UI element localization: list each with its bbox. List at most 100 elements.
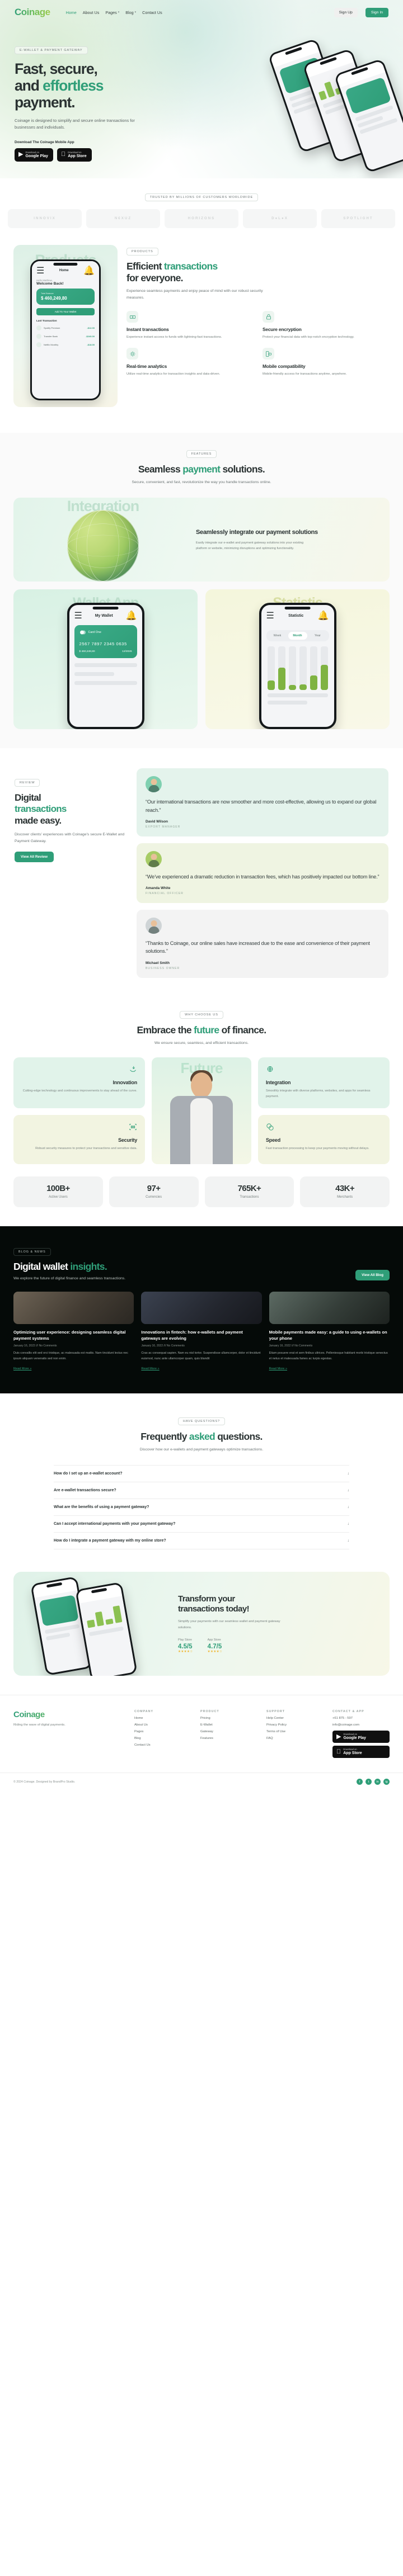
footer-link[interactable]: Pricing [200,1717,257,1720]
feature-title: Secure encryption [263,327,302,333]
arrow-down-icon[interactable]: ↓ [348,1539,350,1543]
footer-link[interactable]: Home [134,1717,191,1720]
footer-column-product: PRODUCT Pricing E-Wallet Gateway Feature… [200,1710,257,1758]
nav-item-home[interactable]: Home [66,10,77,15]
footer-link[interactable]: Gateway [200,1730,257,1733]
brand-logo[interactable]: Coinage [15,7,50,18]
footer-link[interactable]: E-Wallet [200,1723,257,1727]
hero-title: Fast, secure, and effortless payment. [15,60,199,111]
nav-item-contact-us[interactable]: Contact Us [142,10,162,15]
app-showcase-row: Wallet App ☰ My Wallet 🔔 Card One [13,589,390,730]
blog-post-card[interactable]: Innovations in fintech: how e-wallets an… [141,1292,262,1372]
balance-amount: $ 460,249,80 [41,295,67,301]
segment-month[interactable]: Month [288,632,307,640]
twitter-icon[interactable]: t [365,1779,372,1785]
bell-icon[interactable]: 🔔 [318,610,329,621]
footer-phone[interactable]: +61 875 - 597 [332,1717,390,1720]
review-quote: “We’ve experienced a dramatic reduction … [146,873,379,880]
faq-item[interactable]: Are e-wallet transactions secure? ↓ [54,1482,350,1500]
app-store-button[interactable]:  Download on App Store [57,148,92,162]
features-badge: FEATURES [186,450,217,458]
blog-title-accent: insights. [70,1261,107,1273]
app-store-button[interactable]:  Download on App Store [332,1746,390,1759]
rating-label: App Store [207,1638,221,1642]
features-title: Seamless payment solutions. [0,464,403,475]
segment-week[interactable]: Week [268,632,287,640]
footer-column-heading: COMPANY [134,1710,154,1714]
footer-logo[interactable]: Coinage [13,1710,125,1719]
read-more-link[interactable]: Read More » [141,1367,159,1370]
footer-link[interactable]: Pages [134,1730,191,1733]
footer-column-heading: CONTACT & APP [332,1710,364,1714]
phone-line [44,1624,80,1634]
footer-email[interactable]: info@coinage.com [332,1723,390,1727]
footer-link[interactable]: Features [200,1737,257,1740]
nav-item-pages[interactable]: Pages ▾ [105,10,119,15]
hero-section: Coinage Home About Us Pages ▾ Blog ▾ Conta… [0,0,403,178]
globe-icon [67,510,139,582]
download-label: Download The Coinage Mobile App [15,140,74,145]
footer-link[interactable]: Blog [134,1737,191,1740]
brand-logos: INNOVIX N€XUZ HORIZONS D●L●X SPOTLIGHT [0,209,403,228]
footer-link[interactable]: Terms of Use [266,1730,324,1733]
footer-bottom: © 2024 Coinage. Designed by BrandPro Stu… [0,1773,403,1793]
transaction-row: Spotify Premium -$12.00 [32,324,99,332]
store-text: Download on App Store [343,1748,362,1756]
google-play-button[interactable]: ▶ Download on Google Play [332,1731,390,1743]
hamburger-icon[interactable]: ☰ [36,265,44,276]
reviews-title-accent: transactions [15,803,67,815]
arrow-down-icon[interactable]: ↓ [348,1505,350,1509]
arrow-down-icon[interactable]: ↓ [348,1522,350,1526]
view-all-review-button[interactable]: View All Review [15,852,54,863]
transaction-name: Netflix Monthly [44,343,59,346]
trusted-section: TRUSTED BY MILLIONS OF CUSTOMERS WORLDWI… [0,178,403,245]
footer-link[interactable]: Contact Us [134,1743,191,1747]
bell-icon[interactable]: 🔔 [83,265,95,276]
stat-value: 765K+ [237,1184,261,1194]
read-more-link[interactable]: Read More » [269,1367,287,1370]
nav-item-blog[interactable]: Blog ▾ [125,10,136,15]
instagram-icon[interactable]: ig [383,1779,390,1785]
brand-logo-dolox: D●L●X [243,209,317,228]
add-to-wallet-button[interactable]: Add To Your Wallet [36,308,95,315]
products-phone: ☰ Home 🔔 Hello Matthew, Welcome Back! To… [30,259,101,400]
google-play-button[interactable]: ▶ Download on Google Play [15,148,53,162]
blog-post-card[interactable]: Optimizing user experience: designing se… [13,1292,134,1372]
future-title-a: Embrace the [137,1024,194,1036]
footer-link[interactable]: Help Center [266,1717,324,1720]
phone-welcome: Welcome Back! [36,281,64,286]
stat-value: 100B+ [46,1184,70,1194]
linkedin-icon[interactable]: in [374,1779,381,1785]
faq-item[interactable]: How do I integrate a payment gateway wit… [54,1533,350,1550]
arrow-down-icon[interactable]: ↓ [348,1488,350,1492]
arrow-down-icon[interactable]: ↓ [348,1472,350,1476]
bell-icon[interactable]: 🔔 [126,610,137,621]
reviews-copy: REVIEW Digital transactions made easy. D… [15,768,126,977]
hamburger-icon[interactable]: ☰ [266,610,274,621]
integration-card: Integration Seamlessly integrate our pay… [13,498,390,582]
blog-header-copy: BLOG & NEWS Digital wallet insights. We … [13,1245,355,1280]
hamburger-icon[interactable]: ☰ [74,610,82,621]
nav-item-about-us[interactable]: About Us [83,10,100,15]
phone-statusbar [77,1584,123,1604]
footer-link[interactable]: Privacy Policy [266,1723,324,1727]
faq-item[interactable]: What are the benefits of using a payment… [54,1499,349,1516]
faq-item[interactable]: How do I set up an e-wallet account? ↓ [54,1465,350,1483]
transaction-row: Transfer Bank -$240.00 [32,332,99,341]
future-card-title: Speed [266,1137,281,1143]
avatar [146,850,162,867]
facebook-icon[interactable]: f [357,1779,363,1785]
segment-year[interactable]: Year [308,632,327,640]
footer-link[interactable]: FAQ [266,1737,324,1740]
period-segmented-control[interactable]: Week Month Year [266,630,329,642]
avatar [146,918,162,934]
read-more-link[interactable]: Read More » [13,1367,31,1370]
view-all-blog-button[interactable]: View All Blog [355,1270,390,1281]
post-meta: January 16, 2022 /// No Comments [269,1344,313,1348]
sign-in-button[interactable]: Sign In [365,7,388,17]
sign-up-button[interactable]: Sign Up [334,7,358,17]
footer-link[interactable]: About Us [134,1723,191,1727]
avatar [146,776,162,793]
faq-item[interactable]: Can I accept international payments with… [54,1516,349,1533]
blog-post-card[interactable]: Mobile payments made easy: a guide to us… [269,1292,390,1372]
